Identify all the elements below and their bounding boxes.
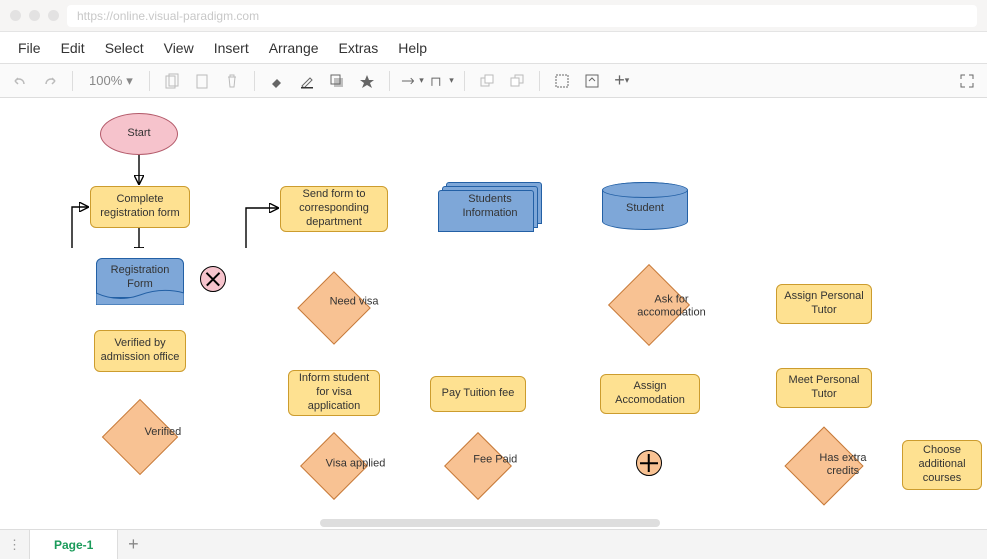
horizontal-scrollbar[interactable]: [320, 519, 660, 527]
node-choose-courses[interactable]: Choose additional courses: [902, 440, 982, 490]
node-complete-registration[interactable]: Complete registration form: [90, 186, 190, 228]
node-label: Assign Accomodation: [605, 380, 695, 408]
fullscreen-button[interactable]: [955, 69, 979, 93]
node-students-info[interactable]: Students Information: [438, 182, 542, 232]
menu-extras[interactable]: Extras: [329, 34, 389, 62]
menu-edit[interactable]: Edit: [51, 34, 95, 62]
node-visa-applied[interactable]: Visa applied: [300, 432, 368, 500]
copy-button[interactable]: [160, 69, 184, 93]
window-dot: [29, 10, 40, 21]
node-has-credits[interactable]: Has extra credits: [784, 426, 863, 505]
menu-insert[interactable]: Insert: [204, 34, 259, 62]
node-ask-accom[interactable]: Ask for accomodation: [608, 264, 690, 346]
url-bar[interactable]: https://online.visual-paradigm.com: [67, 5, 977, 27]
page-menu-button[interactable]: ⋮: [0, 530, 30, 559]
node-label: Inform student for visa application: [293, 372, 375, 413]
zoom-control[interactable]: 100% ▾: [83, 73, 139, 89]
menu-bar: File Edit Select View Insert Arrange Ext…: [0, 32, 987, 64]
connection-button[interactable]: ▾: [400, 69, 424, 93]
node-assign-tutor[interactable]: Assign Personal Tutor: [776, 284, 872, 324]
menu-select[interactable]: Select: [95, 34, 154, 62]
node-label: Assign Personal Tutor: [781, 290, 867, 318]
node-label: Meet Personal Tutor: [781, 374, 867, 402]
add-button[interactable]: +▾: [610, 69, 634, 93]
separator: [72, 71, 73, 91]
fit-page-button[interactable]: [580, 69, 604, 93]
gateway-plus[interactable]: [636, 450, 662, 476]
menu-file[interactable]: File: [8, 34, 51, 62]
to-back-button[interactable]: [505, 69, 529, 93]
node-label: Ask for accomodation: [626, 293, 716, 319]
separator: [389, 71, 390, 91]
browser-titlebar: https://online.visual-paradigm.com: [0, 0, 987, 32]
node-student-db[interactable]: Student: [602, 182, 688, 230]
fill-color-button[interactable]: [265, 69, 289, 93]
tab-page-1[interactable]: Page-1: [30, 530, 118, 559]
node-label: Student: [626, 202, 664, 216]
diagram-canvas[interactable]: Start Complete registration form Registr…: [0, 98, 987, 529]
node-pay-tuition[interactable]: Pay Tuition fee: [430, 376, 526, 412]
node-label: Students Information: [442, 193, 538, 221]
window-dot: [10, 10, 21, 21]
node-label: Choose additional courses: [907, 444, 977, 485]
line-color-button[interactable]: [295, 69, 319, 93]
window-dot: [48, 10, 59, 21]
separator: [539, 71, 540, 91]
node-label: Verified by admission office: [99, 337, 181, 365]
node-label: Pay Tuition fee: [442, 387, 515, 401]
node-label: Visa applied: [319, 458, 393, 471]
node-verified[interactable]: Verified: [102, 399, 178, 475]
node-label: Has extra credits: [803, 452, 883, 478]
menu-help[interactable]: Help: [388, 34, 437, 62]
separator: [149, 71, 150, 91]
gateway-x[interactable]: [200, 266, 226, 292]
tab-bar: ⋮ Page-1 +: [0, 529, 987, 559]
node-meet-tutor[interactable]: Meet Personal Tutor: [776, 368, 872, 408]
paste-button[interactable]: [190, 69, 214, 93]
toolbar: 100% ▾ ▾ ▾ +▾: [0, 64, 987, 98]
node-label: Verified: [124, 426, 202, 439]
chevron-down-icon: ▾: [625, 75, 630, 86]
style-button[interactable]: [355, 69, 379, 93]
redo-button[interactable]: [38, 69, 62, 93]
node-label: Send form to corresponding department: [285, 188, 383, 229]
node-label: Fee Paid: [464, 453, 526, 466]
node-fee-paid[interactable]: Fee Paid: [444, 432, 512, 500]
node-send-form[interactable]: Send form to corresponding department: [280, 186, 388, 232]
menu-view[interactable]: View: [154, 34, 204, 62]
undo-button[interactable]: [8, 69, 32, 93]
delete-button[interactable]: [220, 69, 244, 93]
add-page-button[interactable]: +: [118, 530, 148, 559]
node-assign-accom[interactable]: Assign Accomodation: [600, 374, 700, 414]
zoom-value: 100%: [89, 73, 122, 88]
node-registration-form[interactable]: Registration Form: [96, 258, 184, 298]
chevron-down-icon: ▾: [419, 75, 424, 86]
node-verified-office[interactable]: Verified by admission office: [94, 330, 186, 372]
node-inform-visa[interactable]: Inform student for visa application: [288, 370, 380, 416]
node-label: Start: [127, 127, 150, 141]
node-label: Complete registration form: [95, 193, 185, 221]
node-label: Registration Form: [101, 264, 179, 292]
node-start[interactable]: Start: [100, 113, 178, 155]
chevron-down-icon: ▾: [449, 75, 454, 86]
node-label: Need visa: [319, 295, 389, 308]
node-need-visa[interactable]: Need visa: [297, 271, 371, 345]
grid-button[interactable]: [550, 69, 574, 93]
chevron-down-icon: ▾: [126, 73, 133, 89]
separator: [464, 71, 465, 91]
menu-arrange[interactable]: Arrange: [259, 34, 329, 62]
waypoint-button[interactable]: ▾: [430, 69, 454, 93]
separator: [254, 71, 255, 91]
to-front-button[interactable]: [475, 69, 499, 93]
shadow-button[interactable]: [325, 69, 349, 93]
